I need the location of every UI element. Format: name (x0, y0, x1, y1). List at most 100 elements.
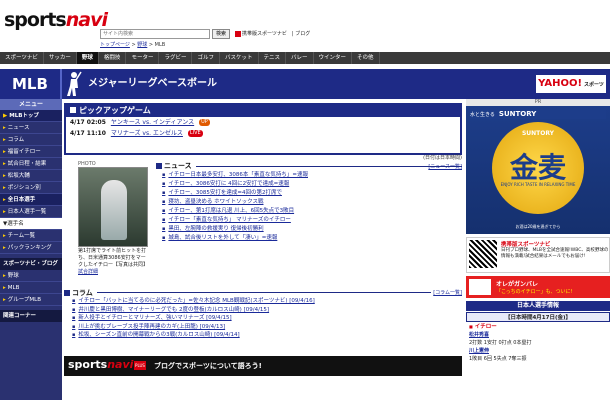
sidebar-item-matsuzaka[interactable]: ▸ 松坂大輔 (0, 170, 62, 182)
sidebar-item-column[interactable]: ▸ コラム (0, 134, 62, 146)
batter-silhouette-icon (67, 71, 82, 96)
game-link[interactable]: マリナーズ vs. エンゼルス (111, 130, 183, 137)
sidebar-item-japanese-list[interactable]: ▸ 日本人選手一覧 (0, 206, 62, 218)
sidebar-related-section: 関連コーナー (0, 310, 62, 322)
nav-item[interactable]: バスケット (220, 52, 259, 64)
player-select[interactable]: ▼選手名 (0, 218, 62, 230)
sidebar-blog-item[interactable]: ▸ MLB (0, 282, 62, 294)
column-item[interactable]: 新人投手とイチローとマリナーズ、強いマリナーズ [09/4/15] (64, 314, 462, 323)
sportsnavi-logo[interactable]: sportsnavi (4, 4, 108, 44)
player-name[interactable]: 松井秀喜 (466, 331, 610, 339)
suntory-ad[interactable]: 水と生きる SUNTORY SUNTORY 金麦 ENJOY RICH TASTE… (466, 106, 610, 234)
search-input[interactable] (100, 28, 210, 39)
sidebar-menu-head: メニュー (0, 99, 62, 110)
sidebar-item-news[interactable]: ▸ ニュース (0, 122, 62, 134)
ad-logo (469, 279, 491, 295)
mobile-version-link[interactable]: 携帯版スポーツナビ (235, 30, 287, 37)
nav-item[interactable]: ラグビー (159, 52, 193, 64)
player-name[interactable]: 川上憲伸 (466, 347, 610, 355)
photo-box: PHOTO 第1打席でライト前ヒットを打ち、日米通算3086安打をマークしたイチ… (78, 161, 150, 277)
ad-product-name: 金麦 (509, 151, 566, 184)
nav-item-active[interactable]: 野球 (76, 52, 99, 64)
japanese-players-box: 日本人選手情報 【日本時間4月17日(金)】 イチロー 松井秀喜 2打数 1安打… (466, 301, 610, 363)
breadcrumb-current: MLB (154, 42, 166, 48)
blog-plus-banner[interactable]: sportsnavi PLUS ブログでスポーツについて語ろう! (64, 356, 462, 376)
mobile-promo-desc: 日刊プロ野球、MLBを全試合速報!WBC、高校野球の情報も満載!試合結果はメール… (501, 248, 609, 259)
nav-item[interactable]: サッカー (44, 52, 77, 64)
player-section[interactable]: イチロー (466, 323, 610, 331)
game-detail-link[interactable]: 試合詳細 (78, 269, 98, 275)
news-item[interactable]: イチロー、3086安打に 4回に2安打で達成=速報 (156, 180, 462, 189)
mobile-promo[interactable]: 携帯版スポーツナビ 日刊プロ野球、MLBを全試合速報!WBC、高校野球の情報も満… (466, 237, 610, 273)
ad-brand: SUNTORY (521, 130, 555, 137)
pickup-title: ピックアップゲーム (66, 105, 460, 117)
nav-item[interactable]: ゴルフ (192, 52, 220, 64)
sidebar-blog-item[interactable]: ▸ 野球 (0, 270, 62, 282)
sidebar-item-position[interactable]: ▸ ポジション別 (0, 182, 62, 194)
column-section: コラム [コラム一覧] イチロー「バットに当てるのに必死だった」=佐々木記念 M… (64, 288, 462, 340)
sidebar-item-mlb-top[interactable]: ▶ MLBトップ (0, 110, 62, 122)
nav-item[interactable]: スポーツナビ (0, 52, 44, 64)
nav-item[interactable]: モーター (126, 52, 160, 64)
column-heading: コラム (64, 288, 462, 297)
news-item[interactable]: イチロー、第1打席は凡退 川上、6回5失点で3敗目 (156, 207, 462, 216)
search-button[interactable]: 検索 (212, 28, 231, 39)
yahoo-sports-logo[interactable]: YAHOO! スポーツ (536, 75, 606, 93)
mobile-promo-title: 携帯版スポーツナビ (501, 242, 551, 248)
news-more-link[interactable]: [ニュース一覧] (428, 163, 462, 170)
left-sidebar: メニュー ▶ MLBトップ ▸ ニュース ▸ コラム ▸ 福留イチロー ▸ 試合日程・結果… (0, 99, 62, 400)
header: sportsnavi 検索 携帯版スポーツナビ | ブログ トップページ > 野… (0, 0, 610, 48)
nav-item[interactable]: 格闘技 (99, 52, 127, 64)
sidebar-item-fukudome[interactable]: ▸ 福留イチロー (0, 146, 62, 158)
nav-item[interactable]: その他 (352, 52, 380, 64)
sidebar-item-teams[interactable]: ▸ チーム一覧 (0, 230, 62, 242)
status-badge: UP (199, 119, 210, 126)
column-item[interactable]: 川上が挑むブレーブス投手陣再建のカギ(上田龍) [09/4/13] (64, 323, 462, 332)
sidebar-item-all-japan[interactable]: ▸ 全日本選手 (0, 194, 62, 206)
pickup-games: ピックアップゲーム 4/17 02:05 ヤンキース vs. インディアンス U… (64, 103, 462, 155)
ad-subtitle: ENJOY RICH TASTE IN RELAXING TIME (500, 182, 576, 187)
breadcrumb-top[interactable]: トップページ (100, 42, 130, 48)
pr-label: PR (466, 99, 610, 106)
game-row: 4/17 11:10 マリナーズ vs. エンゼルス LIVE (70, 130, 203, 137)
news-item[interactable]: 城島、試合後リストを外して「凄い」=速報 (156, 234, 462, 243)
nav-item[interactable]: バレー (286, 52, 314, 64)
blog-tagline: ブログでスポーツについて語ろう! (154, 362, 262, 370)
plus-badge: PLUS (134, 361, 146, 370)
qr-code-icon (469, 240, 497, 268)
player-stats: 1敗目 6回 5失点 7奪三振 (469, 356, 527, 362)
breadcrumb-baseball[interactable]: 野球 (137, 42, 147, 48)
news-heading: ニュース (156, 161, 462, 171)
news-item[interactable]: イチロー、3085安打を達成=4回の第2打席で (156, 189, 462, 198)
news-item[interactable]: 黒田、左腕陣の救援実り 復帰後初勝利 (156, 225, 462, 234)
sidebar-item-schedule[interactable]: ▸ 試合日程・結果 (0, 158, 62, 170)
japanese-players-date: 【日本時間4月17日(金)】 (466, 312, 610, 322)
right-column: PR 水と生きる SUNTORY SUNTORY 金麦 ENJOY RICH TA… (466, 99, 610, 400)
news-item[interactable]: イチロー日本最多安打、3086本「素直な気持ち」=速報 (156, 171, 462, 180)
blog-link[interactable]: | ブログ (292, 30, 310, 37)
news-photo[interactable] (78, 167, 148, 247)
column-more-link[interactable]: [コラム一覧] (431, 289, 462, 296)
sidebar-blog-section: スポーツナビ・ブログ (0, 258, 62, 270)
news-item[interactable]: イチロー「素直な気持ち」 マリナーズのイチロー (156, 216, 462, 225)
page-title: メジャーリーグベースボール (88, 78, 217, 89)
main-content: ピックアップゲーム 4/17 02:05 ヤンキース vs. インディアンス U… (64, 103, 462, 400)
column-item[interactable]: 井川慶と黒田博樹、マイナーリーグでも 2度の登板(カルロス山崎) [09/4/1… (64, 306, 462, 315)
photo-caption: 第1打席でライト前ヒットを打ち、日米通算3086安打をマークしたイチロー【写真は… (78, 248, 149, 275)
game-link[interactable]: ヤンキース vs. インディアンス (111, 119, 194, 126)
live-badge[interactable]: LIVE (187, 130, 203, 137)
section-band: MLB メジャーリーグベースボール YAHOO! スポーツ (0, 69, 610, 99)
sidebar-item-ranking[interactable]: ▸ パックランキング (0, 242, 62, 254)
column-item[interactable]: イチロー「バットに当てるのに必死だった」=佐々木記念 MLB観戦記(スポーツナビ… (64, 297, 462, 306)
section-title: MLB (0, 69, 62, 99)
nav-item[interactable]: テニス (259, 52, 287, 64)
ganbare-ad[interactable]: オレがガンバレ 「こっちのイチロー」も、ついに! (466, 276, 610, 298)
ad-notice: お酒は20歳を過ぎてから (515, 224, 561, 229)
game-row: 4/17 02:05 ヤンキース vs. インディアンス UP (70, 119, 210, 126)
news-item[interactable]: 寝坊、盗塁決める ホワイトソックス戦 (156, 198, 462, 207)
column-item[interactable]: 松坂、シーズン直前の開幕戦からの3戦(カルロス山崎) [09/4/14] (64, 331, 462, 340)
nav-item[interactable]: ウインター (314, 52, 353, 64)
sidebar-blog-item[interactable]: ▸ グループMLB (0, 294, 62, 306)
mobile-icon (235, 30, 242, 37)
news-section: (日付は日本時間) ニュース [ニュース一覧] イチロー日本最多安打、3086本… (156, 155, 462, 243)
